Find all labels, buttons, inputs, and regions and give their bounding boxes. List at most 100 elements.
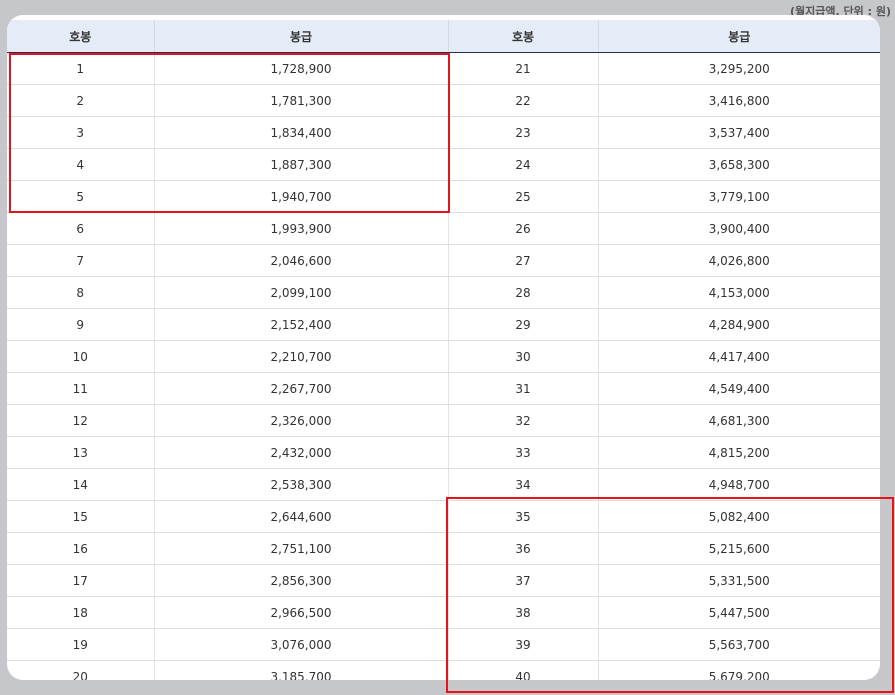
pay-cell: 3,900,400 [597,212,880,245]
pay-cell: 2,644,600 [153,500,448,533]
step-cell: 14 [7,468,154,501]
pay-cell: 2,046,600 [153,244,448,277]
pay-cell: 5,563,700 [597,628,880,661]
table-row: 16 2,751,100 36 5,215,600 [7,532,880,565]
step-cell: 39 [447,628,598,661]
pay-cell: 1,728,900 [153,52,448,85]
step-cell: 11 [7,372,154,405]
step-cell: 16 [7,532,154,565]
pay-cell: 4,815,200 [597,436,880,469]
pay-cell: 2,152,400 [153,308,448,341]
pay-cell: 1,834,400 [153,116,448,149]
step-cell: 4 [7,148,154,181]
step-cell: 8 [7,276,154,309]
step-cell: 27 [447,244,598,277]
table-row: 20 3,185,700 40 5,679,200 [7,660,880,680]
step-cell: 12 [7,404,154,437]
step-cell: 3 [7,116,154,149]
pay-cell: 1,781,300 [153,84,448,117]
table-row: 9 2,152,400 29 4,284,900 [7,308,880,341]
column-header-step-right: 호봉 [447,20,598,53]
step-cell: 23 [447,116,598,149]
table-row: 10 2,210,700 30 4,417,400 [7,340,880,373]
table-row: 17 2,856,300 37 5,331,500 [7,564,880,597]
table-row: 3 1,834,400 23 3,537,400 [7,116,880,149]
step-cell: 35 [447,500,598,533]
table-row: 4 1,887,300 24 3,658,300 [7,148,880,181]
step-cell: 2 [7,84,154,117]
table-row: 18 2,966,500 38 5,447,500 [7,596,880,629]
step-cell: 28 [447,276,598,309]
table-row: 7 2,046,600 27 4,026,800 [7,244,880,277]
table-row: 13 2,432,000 33 4,815,200 [7,436,880,469]
pay-cell: 4,681,300 [597,404,880,437]
pay-cell: 2,267,700 [153,372,448,405]
pay-cell: 2,432,000 [153,436,448,469]
pay-cell: 2,751,100 [153,532,448,565]
pay-cell: 4,417,400 [597,340,880,373]
step-cell: 15 [7,500,154,533]
step-cell: 1 [7,52,154,85]
pay-cell: 2,099,100 [153,276,448,309]
pay-cell: 4,284,900 [597,308,880,341]
pay-cell: 3,185,700 [153,660,448,680]
table-body: 1 1,728,900 21 3,295,200 2 1,781,300 22 3,416,8… [7,52,880,680]
pay-cell: 3,779,100 [597,180,880,213]
pay-cell: 5,679,200 [597,660,880,680]
column-header-step-left: 호봉 [7,20,154,53]
table-row: 11 2,267,700 31 4,549,400 [7,372,880,405]
table-row: 1 1,728,900 21 3,295,200 [7,52,880,85]
step-cell: 18 [7,596,154,629]
step-cell: 17 [7,564,154,597]
column-header-pay-left: 봉급 [153,20,448,53]
step-cell: 38 [447,596,598,629]
step-cell: 10 [7,340,154,373]
table-row: 5 1,940,700 25 3,779,100 [7,180,880,213]
pay-cell: 3,537,400 [597,116,880,149]
step-cell: 19 [7,628,154,661]
pay-cell: 4,153,000 [597,276,880,309]
pay-cell: 5,331,500 [597,564,880,597]
pay-cell: 4,026,800 [597,244,880,277]
table-row: 8 2,099,100 28 4,153,000 [7,276,880,309]
step-cell: 21 [447,52,598,85]
step-cell: 31 [447,372,598,405]
table-row: 14 2,538,300 34 4,948,700 [7,468,880,501]
step-cell: 6 [7,212,154,245]
pay-cell: 4,948,700 [597,468,880,501]
step-cell: 30 [447,340,598,373]
table-row: 19 3,076,000 39 5,563,700 [7,628,880,661]
pay-cell: 3,416,800 [597,84,880,117]
table-row: 12 2,326,000 32 4,681,300 [7,404,880,437]
salary-table-card: 호봉 봉급 호봉 봉급 1 1,728,900 21 3,295,200 2 1,781,… [7,15,880,680]
step-cell: 25 [447,180,598,213]
pay-cell: 2,856,300 [153,564,448,597]
pay-cell: 5,447,500 [597,596,880,629]
pay-cell: 2,966,500 [153,596,448,629]
step-cell: 7 [7,244,154,277]
pay-cell: 3,076,000 [153,628,448,661]
step-cell: 9 [7,308,154,341]
pay-cell: 2,326,000 [153,404,448,437]
step-cell: 36 [447,532,598,565]
pay-cell: 5,215,600 [597,532,880,565]
salary-table: 호봉 봉급 호봉 봉급 1 1,728,900 21 3,295,200 2 1,781,… [7,20,880,680]
pay-cell: 4,549,400 [597,372,880,405]
pay-cell: 5,082,400 [597,500,880,533]
step-cell: 29 [447,308,598,341]
pay-cell: 3,658,300 [597,148,880,181]
step-cell: 34 [447,468,598,501]
pay-cell: 3,295,200 [597,52,880,85]
pay-cell: 2,210,700 [153,340,448,373]
step-cell: 5 [7,180,154,213]
table-row: 2 1,781,300 22 3,416,800 [7,84,880,117]
pay-cell: 1,940,700 [153,180,448,213]
pay-cell: 1,993,900 [153,212,448,245]
step-cell: 40 [447,660,598,680]
step-cell: 33 [447,436,598,469]
table-header-row: 호봉 봉급 호봉 봉급 [7,20,880,53]
step-cell: 13 [7,436,154,469]
column-header-pay-right: 봉급 [597,20,880,53]
step-cell: 20 [7,660,154,680]
pay-cell: 2,538,300 [153,468,448,501]
